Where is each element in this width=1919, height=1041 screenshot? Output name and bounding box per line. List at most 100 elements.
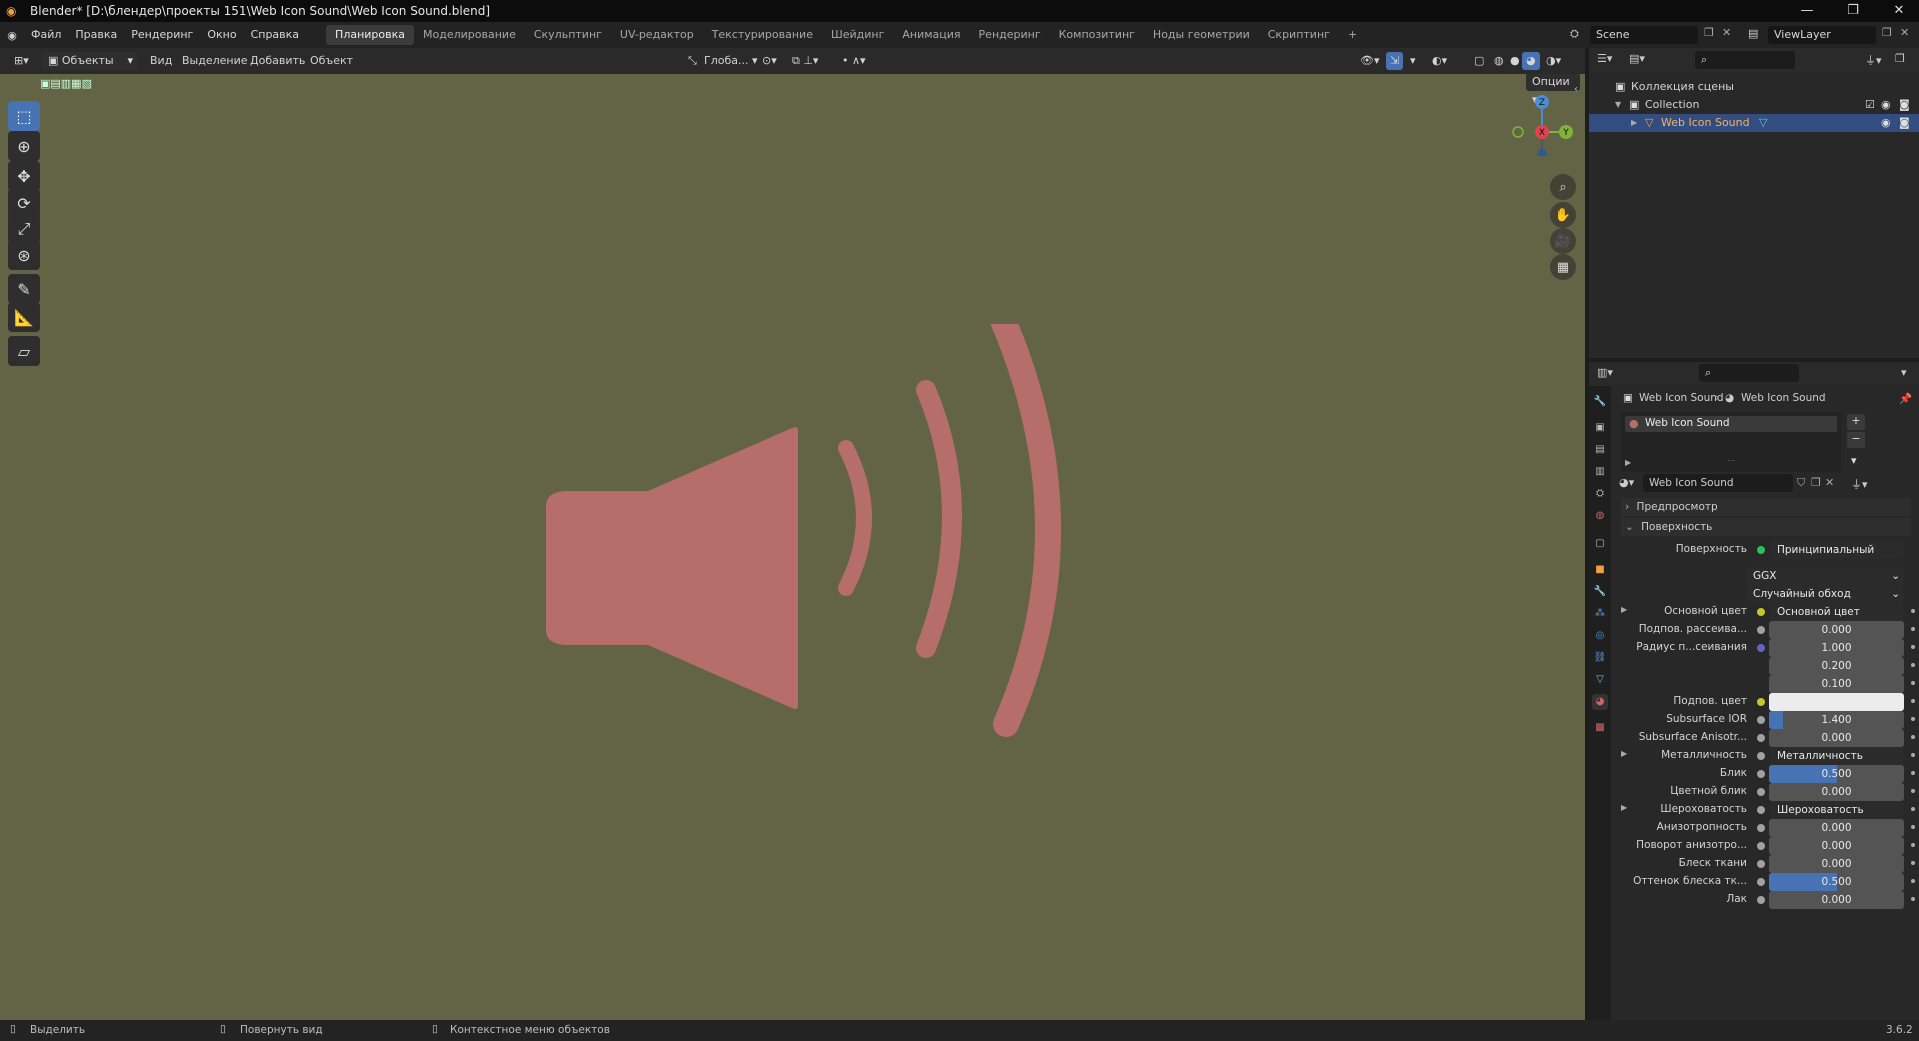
- keyframe-dot-icon[interactable]: [1911, 717, 1915, 721]
- snap-icon[interactable]: ⧉ ⊥▾: [788, 52, 822, 70]
- socket-icon[interactable]: [1757, 734, 1765, 742]
- blender-menu-icon[interactable]: ◉: [0, 29, 24, 42]
- collection-tab-icon[interactable]: ▢: [1592, 536, 1608, 552]
- particles-tab-icon[interactable]: ⁂: [1592, 606, 1608, 622]
- eye-icon[interactable]: ◉: [1881, 114, 1891, 132]
- expand-arrow-icon[interactable]: ▼: [1615, 96, 1621, 114]
- property-field[interactable]: [1769, 693, 1904, 711]
- properties-search-input[interactable]: ⌕: [1699, 364, 1799, 382]
- menu-add[interactable]: Добавить: [246, 52, 309, 70]
- socket-icon[interactable]: [1757, 896, 1765, 904]
- tab-compositing[interactable]: Композитинг: [1050, 25, 1144, 45]
- surface-shader-field[interactable]: Принципиальный BSDF: [1769, 541, 1904, 559]
- gizmo-toggle-icon[interactable]: ⇲: [1386, 52, 1404, 70]
- output-tab-icon[interactable]: ▤: [1592, 442, 1608, 458]
- panel-surface[interactable]: ⌄ Поверхность: [1621, 518, 1911, 536]
- restore-icon[interactable]: ❐: [1833, 0, 1873, 22]
- world-tab-icon[interactable]: ◍: [1592, 508, 1608, 524]
- tab-layout[interactable]: Планировка: [326, 25, 415, 45]
- menu-render[interactable]: Рендеринг: [124, 22, 200, 48]
- pin-icon[interactable]: 📌: [1899, 392, 1912, 405]
- scene-icon[interactable]: ⛭: [1570, 27, 1579, 41]
- property-field[interactable]: 0.000: [1769, 621, 1904, 639]
- expand-arrow-icon[interactable]: ▶: [1631, 114, 1637, 132]
- orientation-icon[interactable]: ⤡: [684, 52, 701, 70]
- neg-z-axis-icon[interactable]: [1537, 149, 1547, 156]
- overlay-icon[interactable]: ◐▾: [1428, 52, 1451, 70]
- close-icon[interactable]: ✕: [1879, 0, 1919, 22]
- keyframe-dot-icon[interactable]: [1911, 609, 1915, 613]
- property-field[interactable]: 1.400: [1769, 711, 1904, 729]
- socket-icon[interactable]: [1757, 806, 1765, 814]
- add-cube-tool-icon[interactable]: ▱: [8, 336, 40, 366]
- data-tab-icon[interactable]: ▽: [1592, 672, 1608, 688]
- 3d-viewport[interactable]: ▣▤▥▦▧ Опции ▾ ⬚ ⊕ ✥ ⟳ ⤢ ⊛ ✎ 📐 ▱ Z X Y ⌕ …: [0, 74, 1585, 1020]
- view-layer-icon[interactable]: ▤: [1748, 27, 1758, 40]
- property-field[interactable]: Основной цвет: [1769, 603, 1904, 621]
- view-layer-selector[interactable]: ViewLayer: [1768, 26, 1876, 44]
- material-filter-icon[interactable]: ⏚▾: [1851, 476, 1868, 492]
- texture-tab-icon[interactable]: ▩: [1592, 720, 1608, 736]
- socket-icon[interactable]: [1757, 608, 1765, 616]
- expand-arrow-icon[interactable]: ▶: [1621, 803, 1627, 812]
- menu-window[interactable]: Окно: [200, 22, 243, 48]
- socket-icon[interactable]: [1757, 824, 1765, 832]
- material-browse-icon[interactable]: ◕▾: [1619, 476, 1634, 489]
- expand-arrow-icon[interactable]: ▶: [1621, 605, 1627, 614]
- shading-wireframe-icon[interactable]: ◍: [1490, 52, 1508, 70]
- scene-selector[interactable]: Scene: [1590, 26, 1698, 44]
- editor-type-icon[interactable]: ⊞▾: [10, 52, 33, 70]
- menu-select[interactable]: Выделение: [178, 52, 252, 70]
- visibility-icon[interactable]: 👁▾: [1356, 52, 1384, 70]
- property-field[interactable]: 0.000: [1769, 891, 1904, 909]
- material-name-field[interactable]: Web Icon Sound: [1643, 474, 1793, 492]
- options-button[interactable]: Опции ▾: [1526, 74, 1580, 106]
- subsurface-method-select[interactable]: Случайный обход ⌄: [1747, 585, 1904, 603]
- property-field[interactable]: 0.000: [1769, 729, 1904, 747]
- duplicate-material-icon[interactable]: ❐: [1811, 476, 1821, 489]
- socket-icon[interactable]: [1757, 698, 1765, 706]
- editor-type-icon[interactable]: ☰▾: [1597, 52, 1612, 65]
- socket-icon[interactable]: [1757, 770, 1765, 778]
- keyframe-dot-icon[interactable]: [1911, 735, 1915, 739]
- outliner-row-collection[interactable]: ▼ ▣ Collection ☑ ◉ ◙: [1589, 96, 1919, 114]
- tab-sculpting[interactable]: Скульптинг: [525, 25, 611, 45]
- socket-icon[interactable]: [1757, 860, 1765, 868]
- filter-icon[interactable]: ⏚▾: [1865, 52, 1882, 68]
- keyframe-dot-icon[interactable]: [1911, 789, 1915, 793]
- tool-tab-icon[interactable]: 🔧: [1592, 394, 1608, 410]
- add-workspace-icon[interactable]: +: [1339, 25, 1366, 45]
- keyframe-dot-icon[interactable]: [1911, 681, 1915, 685]
- keyframe-dot-icon[interactable]: [1911, 879, 1915, 883]
- keyframe-dot-icon[interactable]: [1911, 645, 1915, 649]
- remove-view-layer-icon[interactable]: ✕: [1900, 26, 1909, 39]
- property-field[interactable]: 0.100: [1769, 675, 1904, 693]
- minimize-icon[interactable]: —: [1787, 0, 1827, 22]
- keyframe-dot-icon[interactable]: [1911, 861, 1915, 865]
- tab-texture-paint[interactable]: Текстурирование: [703, 25, 822, 45]
- keyframe-dot-icon[interactable]: [1911, 843, 1915, 847]
- tab-modeling[interactable]: Моделирование: [414, 25, 525, 45]
- new-collection-icon[interactable]: ❐: [1895, 52, 1905, 65]
- property-field[interactable]: Металличность: [1769, 747, 1904, 765]
- keyframe-dot-icon[interactable]: [1911, 897, 1915, 901]
- cursor-tool-icon[interactable]: ⊕: [8, 131, 40, 161]
- keyframe-dot-icon[interactable]: [1911, 627, 1915, 631]
- tab-uv-editing[interactable]: UV-редактор: [611, 25, 703, 45]
- orientation-selector[interactable]: Глоба... ▾: [700, 52, 762, 70]
- slot-menu-icon[interactable]: ▾: [1851, 454, 1857, 467]
- material-tab-icon[interactable]: ◕: [1592, 694, 1608, 710]
- shading-rendered-icon[interactable]: ◑▾: [1542, 52, 1565, 70]
- keyframe-dot-icon[interactable]: [1911, 753, 1915, 757]
- new-view-layer-icon[interactable]: ❐: [1882, 26, 1892, 39]
- socket-icon[interactable]: [1757, 788, 1765, 796]
- property-field[interactable]: 0.500: [1769, 873, 1904, 891]
- expand-arrow-icon[interactable]: ▶: [1625, 458, 1631, 467]
- material-slot-list[interactable]: ● Web Icon Sound ▶ ⋯: [1621, 412, 1841, 472]
- tab-geometry-nodes[interactable]: Ноды геометрии: [1144, 25, 1259, 45]
- shading-solid-icon[interactable]: ●: [1506, 52, 1524, 70]
- remove-slot-icon[interactable]: −: [1847, 432, 1865, 448]
- keyframe-dot-icon[interactable]: [1911, 699, 1915, 703]
- object-tab-icon[interactable]: ■: [1592, 562, 1608, 578]
- grid-perspective-icon[interactable]: ▦: [1550, 254, 1576, 280]
